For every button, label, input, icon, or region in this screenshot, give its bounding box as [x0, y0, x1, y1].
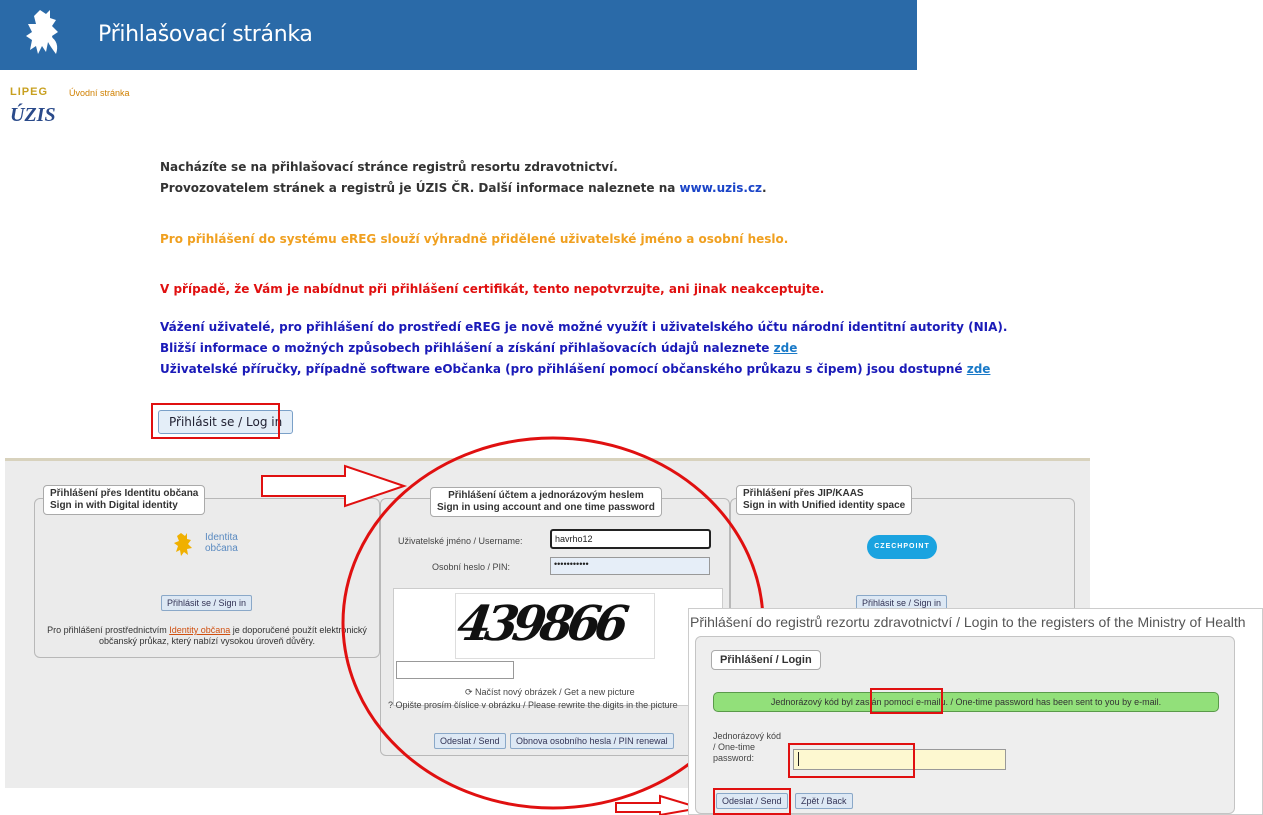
- arrow-right-icon: [261, 464, 408, 508]
- otp-code-legend: Přihlášení / Login: [711, 650, 821, 670]
- otp-code-label: Jednorázový kód / One-time password:: [713, 731, 782, 763]
- back-button[interactable]: Zpět / Back: [795, 793, 853, 809]
- highlight-frame: [870, 688, 943, 714]
- email-sent-message: Jednorázový kód byl zaslán pomocí e-mail…: [713, 692, 1219, 712]
- highlight-frame: [788, 743, 915, 778]
- highlight-frame: [713, 788, 791, 815]
- otp-screen-title: Přihlášení do registrů rezortu zdravotni…: [690, 614, 1246, 630]
